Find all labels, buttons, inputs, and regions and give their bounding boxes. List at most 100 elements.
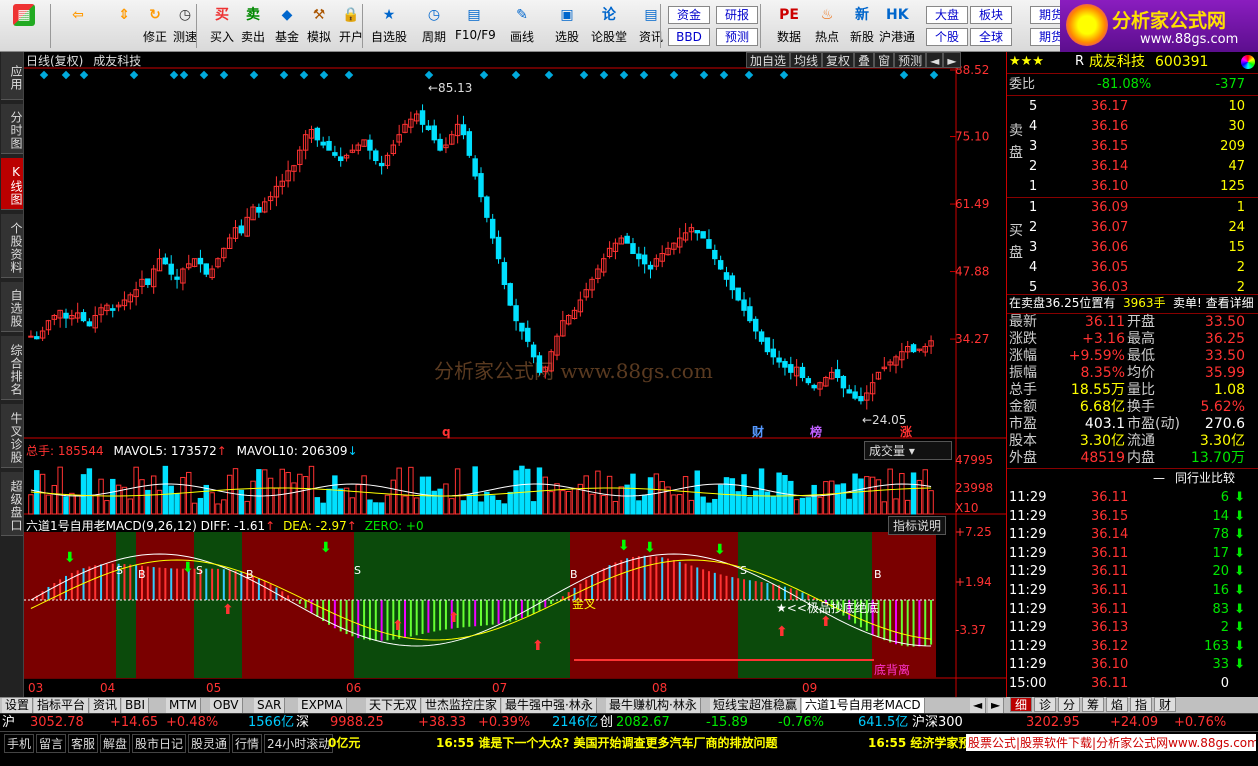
quote-tab[interactable]: 筹 bbox=[1082, 697, 1104, 712]
windows-logo-button[interactable]: ▦ bbox=[6, 4, 42, 50]
event-marker[interactable]: 财 bbox=[751, 424, 764, 439]
chart-button[interactable]: 加自选 bbox=[746, 52, 791, 68]
bid-row[interactable]: 1 36.09 1 bbox=[1007, 199, 1258, 216]
minus-icon[interactable]: — bbox=[1153, 470, 1165, 487]
status-link[interactable]: 行情 bbox=[232, 734, 263, 753]
lock-button[interactable]: 🔒 开户 bbox=[332, 4, 370, 50]
indicator-tab[interactable]: 短线宝超准稳赢 bbox=[710, 698, 802, 713]
mini-button[interactable]: 大盘 bbox=[926, 6, 968, 24]
news-headline[interactable]: 16:55 谁是下一个大众? 美国开始调查更多汽车厂商的排放问题 bbox=[436, 734, 778, 751]
bid-row[interactable]: 2 36.07 24 bbox=[1007, 219, 1258, 236]
news-headline[interactable]: 16:55 经济学家预 bbox=[868, 734, 970, 751]
bid-row[interactable]: 4 36.05 2 bbox=[1007, 259, 1258, 276]
indicator-tab[interactable]: 六道1号自用老MACD bbox=[802, 698, 925, 713]
mini-button[interactable]: 资金 bbox=[668, 6, 710, 24]
side-tab-1[interactable]: 分时图 bbox=[1, 104, 23, 154]
chart-button[interactable]: 复权 bbox=[822, 52, 855, 68]
side-tab-7[interactable]: 超级盘口 bbox=[1, 472, 23, 536]
mini-button[interactable]: 研报 bbox=[716, 6, 758, 24]
ask-row[interactable]: 5 36.17 10 bbox=[1007, 98, 1258, 115]
mini-button[interactable]: BBD bbox=[668, 28, 710, 46]
side-tab-0[interactable]: 应用 bbox=[1, 52, 23, 100]
indicator-tab[interactable]: BBI bbox=[122, 698, 150, 713]
mini-button[interactable]: 全球 bbox=[970, 28, 1012, 46]
indicator-tab[interactable]: SAR bbox=[254, 698, 286, 713]
table-button[interactable]: ▤ F10/F9 bbox=[455, 4, 496, 50]
news-button[interactable]: ▤ 资讯 bbox=[632, 4, 670, 50]
kline-chart-area[interactable]: 分析家公式网 www.88gs.com 88.52 75.10 61.49 47.88 3… bbox=[24, 52, 1006, 697]
indicator-tab[interactable]: MTM bbox=[166, 698, 202, 713]
indicator-tab[interactable]: OBV bbox=[210, 698, 243, 713]
compare-row[interactable]: — 同行业比较 bbox=[1007, 470, 1258, 487]
mini-button[interactable]: 个股 bbox=[926, 28, 968, 46]
chart-button[interactable]: 均线 bbox=[790, 52, 823, 68]
indicator-tab[interactable]: 最牛强中强·林永 bbox=[502, 698, 597, 713]
chart-button[interactable]: 叠 bbox=[854, 52, 875, 68]
event-marker[interactable]: 榜 bbox=[810, 424, 822, 439]
chart-button[interactable]: ◄ bbox=[926, 52, 944, 68]
indicator-tab[interactable]: 天下无双 bbox=[366, 698, 422, 713]
color-wheel-icon[interactable] bbox=[1241, 55, 1255, 69]
quote-tab[interactable]: 诊 bbox=[1034, 697, 1056, 712]
status-link[interactable]: 股市日记 bbox=[132, 734, 187, 753]
ad-banner[interactable]: 股票公式|股票软件下载|分析家公式网www.88gs.com bbox=[966, 734, 1256, 751]
indicator-tab[interactable]: EXPMA bbox=[298, 698, 347, 713]
quote-tab[interactable]: 焰 bbox=[1106, 697, 1128, 712]
indicator-tab[interactable]: 设置 bbox=[2, 698, 34, 713]
chart-button[interactable]: ► bbox=[943, 52, 961, 68]
forum-button[interactable]: 论论股堂 bbox=[590, 4, 628, 50]
bid-qty: 1 bbox=[1236, 200, 1245, 215]
pe-button[interactable]: PE 数据 bbox=[770, 4, 808, 50]
chart-canvas[interactable]: 分析家公式网 www.88gs.com88.5275.1061.4947.883… bbox=[24, 52, 1006, 697]
scroll-left-icon[interactable]: ◄ bbox=[970, 698, 986, 713]
chart-button[interactable]: 窗 bbox=[874, 52, 895, 68]
clock-button[interactable]: ◷ 测速 bbox=[166, 4, 204, 50]
bid-row[interactable]: 3 36.06 15 bbox=[1007, 239, 1258, 256]
quote-tab[interactable]: 细 bbox=[1010, 697, 1032, 712]
ask-row[interactable]: 2 36.14 47 bbox=[1007, 158, 1258, 175]
status-link[interactable]: 手机 bbox=[4, 734, 35, 753]
indicator-tab[interactable]: 指标平台 bbox=[34, 698, 90, 713]
event-marker[interactable]: 涨 bbox=[900, 424, 912, 439]
big-order-note[interactable]: 在卖盘36.25位置有 3963手 卖单! 查看详细 bbox=[1007, 295, 1258, 312]
site-logo[interactable]: 分析家公式网 www.88gs.com bbox=[1060, 0, 1258, 52]
monitor-button[interactable]: ▣ 选股 bbox=[548, 4, 586, 50]
stat-value: 1.08 bbox=[1213, 382, 1245, 398]
status-link[interactable]: 客服 bbox=[68, 734, 99, 753]
new-stock-button[interactable]: 新新股 bbox=[843, 4, 881, 50]
pencil-button[interactable]: ✎ 画线 bbox=[503, 4, 541, 50]
ask-row[interactable]: 3 36.15 209 bbox=[1007, 138, 1258, 155]
mini-button[interactable]: 板块 bbox=[970, 6, 1012, 24]
indicator-tab[interactable]: 资讯 bbox=[90, 698, 122, 713]
status-link[interactable]: 留言 bbox=[36, 734, 67, 753]
clock-period-button[interactable]: ◷ 周期 bbox=[415, 4, 453, 50]
indicator-tab[interactable]: 世杰监控庄家 bbox=[422, 698, 502, 713]
side-tab-3[interactable]: 个股资料 bbox=[1, 214, 23, 278]
indicator-help-button[interactable]: 指标说明 bbox=[888, 516, 947, 535]
indicator-tab[interactable]: 最牛赚机构·林永 bbox=[606, 698, 701, 713]
ask-row[interactable]: 4 36.16 30 bbox=[1007, 118, 1258, 135]
sell-button[interactable]: 卖卖出 bbox=[234, 4, 272, 50]
side-tab-4[interactable]: 自选股 bbox=[1, 282, 23, 332]
mini-button[interactable]: 预测 bbox=[716, 28, 758, 46]
event-marker[interactable]: q bbox=[442, 425, 451, 439]
scroll-right-icon[interactable]: ► bbox=[988, 698, 1004, 713]
status-link[interactable]: 股灵通 bbox=[188, 734, 231, 753]
volume-panel-select[interactable]: 成交量 ▾ bbox=[864, 441, 952, 460]
star-list-button[interactable]: ★ 自选股 bbox=[370, 4, 408, 50]
status-link[interactable]: 24小时滚动 bbox=[264, 734, 334, 753]
side-tab-6[interactable]: 牛叉诊股 bbox=[1, 404, 23, 468]
ask-row[interactable]: 1 36.10 125 bbox=[1007, 178, 1258, 195]
fire-button[interactable]: ♨ 热点 bbox=[808, 4, 846, 50]
status-link[interactable]: 解盘 bbox=[100, 734, 131, 753]
quote-tab[interactable]: 分 bbox=[1058, 697, 1080, 712]
back-arrow-button[interactable]: ⇦ bbox=[60, 4, 96, 50]
industry-compare-button[interactable]: 同行业比较 bbox=[1175, 470, 1235, 487]
quote-tab[interactable]: 指 bbox=[1130, 697, 1152, 712]
volume-bar bbox=[770, 495, 776, 515]
side-tab-2[interactable]: K线图 bbox=[1, 158, 23, 210]
quote-tab[interactable]: 财 bbox=[1154, 697, 1176, 712]
chart-button[interactable]: 预测 bbox=[894, 52, 927, 68]
hk-button[interactable]: HK 沪港通 bbox=[878, 4, 916, 50]
side-tab-5[interactable]: 综合排名 bbox=[1, 336, 23, 400]
